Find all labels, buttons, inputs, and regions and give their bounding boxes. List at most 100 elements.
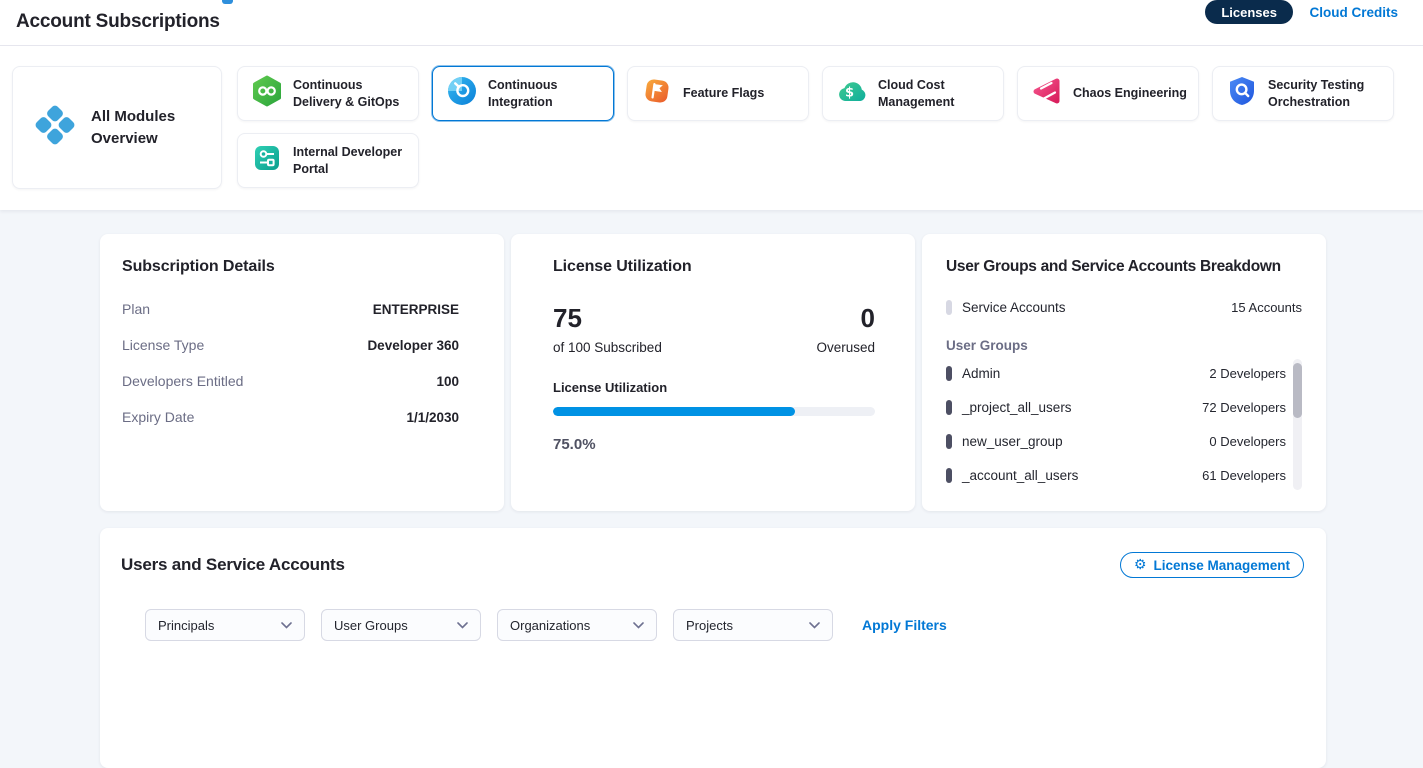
module-tile-continuous-delivery[interactable]: Continuous Delivery & GitOps	[237, 66, 419, 121]
user-group-list: Admin 2 Developers _project_all_users 72…	[946, 356, 1302, 492]
user-group-count: 0 Developers	[1209, 434, 1286, 449]
user-group-name: _project_all_users	[962, 400, 1072, 415]
module-tile-label: Feature Flags	[683, 85, 764, 102]
gear-icon: ⚙	[1134, 558, 1147, 572]
principals-filter-dropdown[interactable]: Principals	[145, 609, 305, 641]
chaos-engineering-icon	[1031, 75, 1063, 112]
license-management-button[interactable]: ⚙ License Management	[1120, 552, 1304, 578]
module-tile-label: Security Testing Orchestration	[1268, 77, 1385, 111]
breakdown-title: User Groups and Service Accounts Breakdo…	[946, 258, 1302, 276]
detail-value: 100	[436, 374, 459, 389]
user-group-row: Admin 2 Developers	[946, 356, 1302, 390]
user-groups-heading: User Groups	[946, 338, 1302, 353]
module-tile-label: Chaos Engineering	[1073, 85, 1187, 102]
detail-value: Developer 360	[367, 338, 459, 353]
filters-row: Principals User Groups Organizations Pro…	[121, 609, 1304, 641]
module-tile-chaos-engineering[interactable]: Chaos Engineering	[1017, 66, 1199, 121]
users-section-title: Users and Service Accounts	[121, 555, 345, 575]
service-accounts-bullet-icon	[946, 300, 952, 315]
utilization-progress-track	[553, 407, 875, 416]
overused-caption: Overused	[816, 340, 875, 355]
security-testing-icon	[1226, 75, 1258, 112]
module-tile-feature-flags[interactable]: Feature Flags	[627, 66, 809, 121]
detail-row-license-type: License Type Developer 360	[122, 327, 482, 363]
license-management-label: License Management	[1153, 558, 1290, 573]
module-tile-cloud-cost[interactable]: $ Cloud Cost Management	[822, 66, 1004, 121]
projects-filter-dropdown[interactable]: Projects	[673, 609, 833, 641]
dropdown-label: Principals	[158, 618, 214, 633]
group-list-scrollbar-thumb[interactable]	[1293, 363, 1302, 418]
all-modules-overview-tile[interactable]: All Modules Overview	[12, 66, 222, 189]
internal-developer-portal-icon	[251, 142, 283, 179]
user-group-name: Admin	[962, 366, 1000, 381]
detail-label: Plan	[122, 301, 150, 317]
subscription-detail-rows: Plan ENTERPRISE License Type Developer 3…	[122, 291, 482, 435]
module-tile-continuous-integration[interactable]: Continuous Integration	[432, 66, 614, 121]
service-accounts-row: Service Accounts 15 Accounts	[946, 300, 1302, 315]
summary-cards-row: Subscription Details Plan ENTERPRISE Lic…	[100, 234, 1423, 511]
module-tile-label: Continuous Delivery & GitOps	[293, 77, 410, 111]
detail-label: Developers Entitled	[122, 373, 243, 389]
apply-filters-link[interactable]: Apply Filters	[862, 617, 947, 633]
continuous-integration-icon	[446, 75, 478, 112]
user-group-name: new_user_group	[962, 434, 1063, 449]
module-tile-internal-developer-portal[interactable]: Internal Developer Portal	[237, 133, 419, 188]
service-accounts-label: Service Accounts	[962, 300, 1066, 315]
user-group-bullet-icon	[946, 366, 952, 381]
organizations-filter-dropdown[interactable]: Organizations	[497, 609, 657, 641]
detail-row-plan: Plan ENTERPRISE	[122, 291, 482, 327]
detail-value: 1/1/2030	[406, 410, 459, 425]
chevron-down-icon	[809, 622, 820, 629]
module-selector-band: All Modules Overview Continuous Delivery…	[0, 46, 1423, 210]
chevron-down-icon	[281, 622, 292, 629]
subscription-details-title: Subscription Details	[122, 258, 482, 276]
module-tiles: Continuous Delivery & GitOps Continuous …	[237, 66, 1407, 189]
utilization-progress-fill	[553, 407, 795, 416]
used-count: 75	[553, 305, 662, 331]
user-groups-filter-dropdown[interactable]: User Groups	[321, 609, 481, 641]
overused-block: 0 Overused	[816, 305, 875, 355]
module-tile-label: Internal Developer Portal	[293, 144, 410, 178]
chevron-down-icon	[457, 622, 468, 629]
group-list-scrollbar-track[interactable]	[1293, 359, 1302, 490]
continuous-delivery-icon	[251, 75, 283, 112]
license-utilization-card: License Utilization 75 of 100 Subscribed…	[511, 234, 915, 511]
detail-row-developers-entitled: Developers Entitled 100	[122, 363, 482, 399]
main-content: Subscription Details Plan ENTERPRISE Lic…	[0, 210, 1423, 768]
user-group-row: _project_all_users 72 Developers	[946, 390, 1302, 424]
detail-row-expiry-date: Expiry Date 1/1/2030	[122, 399, 482, 435]
license-utilization-title: License Utilization	[553, 258, 875, 276]
user-group-name: _account_all_users	[962, 468, 1078, 483]
user-group-count: 2 Developers	[1209, 366, 1286, 381]
used-caption: of 100 Subscribed	[553, 340, 662, 355]
utilization-percent: 75.0%	[553, 436, 875, 453]
svg-text:$: $	[845, 86, 854, 101]
page-header: Account Subscriptions Licenses Cloud Cre…	[0, 0, 1423, 46]
module-tile-label: Cloud Cost Management	[878, 77, 995, 111]
breakdown-card: User Groups and Service Accounts Breakdo…	[922, 234, 1326, 511]
user-group-row: new_user_group 0 Developers	[946, 424, 1302, 458]
module-tile-security-testing[interactable]: Security Testing Orchestration	[1212, 66, 1394, 121]
subscription-details-card: Subscription Details Plan ENTERPRISE Lic…	[100, 234, 504, 511]
overused-count: 0	[816, 305, 875, 331]
cloud-credits-link[interactable]: Cloud Credits	[1309, 5, 1398, 20]
feature-flags-icon	[641, 75, 673, 112]
dropdown-label: User Groups	[334, 618, 408, 633]
user-group-count: 61 Developers	[1202, 468, 1286, 483]
chevron-down-icon	[633, 622, 644, 629]
user-group-count: 72 Developers	[1202, 400, 1286, 415]
detail-label: Expiry Date	[122, 409, 194, 425]
users-section-header: Users and Service Accounts ⚙ License Man…	[121, 552, 1304, 578]
cloud-cost-icon: $	[836, 75, 868, 112]
used-block: 75 of 100 Subscribed	[553, 305, 662, 355]
user-group-bullet-icon	[946, 434, 952, 449]
detail-value: ENTERPRISE	[373, 302, 459, 317]
licenses-tab-button[interactable]: Licenses	[1205, 0, 1293, 24]
service-accounts-count: 15 Accounts	[1231, 300, 1302, 315]
page-title: Account Subscriptions	[16, 11, 220, 33]
detail-label: License Type	[122, 337, 204, 353]
module-tile-label: Continuous Integration	[488, 77, 605, 111]
top-edge-artifact	[222, 0, 233, 4]
all-modules-icon	[32, 102, 78, 153]
all-modules-overview-label: All Modules Overview	[91, 106, 183, 150]
